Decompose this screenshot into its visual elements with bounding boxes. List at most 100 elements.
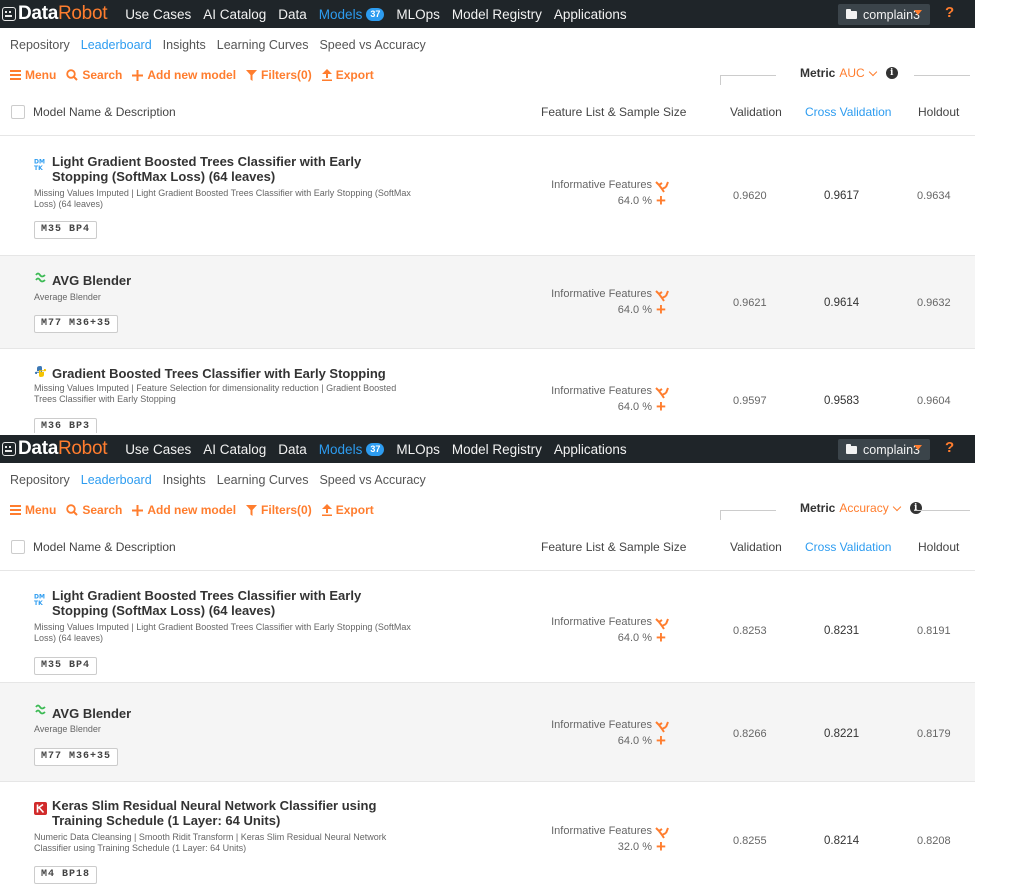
column-feature-list[interactable]: Feature List & Sample Size — [541, 105, 686, 119]
svg-text:TK: TK — [34, 600, 43, 606]
feature-list-name[interactable]: Informative Features — [530, 616, 652, 628]
add-sample-plus-icon[interactable]: + — [656, 629, 666, 646]
add-sample-plus-icon[interactable]: + — [656, 301, 666, 318]
model-title[interactable]: Light Gradient Boosted Trees Classifier … — [52, 154, 412, 184]
menu-button[interactable]: Menu — [10, 503, 56, 517]
metric-selector[interactable]: Metric AUC i — [800, 66, 898, 80]
nav-applications[interactable]: Applications — [554, 7, 627, 22]
tab-leaderboard[interactable]: Leaderboard — [81, 38, 152, 52]
filters-button[interactable]: Filters(0) — [246, 68, 312, 82]
nav-data[interactable]: Data — [278, 7, 307, 22]
info-icon[interactable]: i — [909, 502, 922, 514]
model-title[interactable]: AVG Blender — [52, 706, 412, 721]
blueprint-badge[interactable]: M36 BP3 — [34, 418, 98, 433]
leaderboard-row[interactable]: Gradient Boosted Trees Classifier with E… — [0, 348, 975, 433]
tab-learning-curves[interactable]: Learning Curves — [217, 38, 309, 52]
add-sample-plus-icon[interactable]: + — [656, 732, 666, 749]
blueprint-badge[interactable]: M77 M36+35 — [34, 748, 119, 766]
metric-label: Metric — [800, 501, 836, 515]
add-sample-plus-icon[interactable]: + — [656, 398, 666, 415]
leaderboard-subtabs: Repository Leaderboard Insights Learning… — [0, 463, 975, 497]
validation-score: 0.8253 — [733, 625, 767, 637]
leaderboard-row[interactable]: Keras Slim Residual Neural Network Class… — [0, 781, 975, 891]
blender-icon — [34, 271, 47, 284]
nav-ai-catalog[interactable]: AI Catalog — [203, 7, 266, 22]
feature-list-name[interactable]: Informative Features — [530, 179, 652, 191]
add-new-model-button[interactable]: Add new model — [132, 68, 236, 82]
nav-mlops[interactable]: MLOps — [396, 7, 440, 22]
nav-mlops[interactable]: MLOps — [396, 442, 440, 457]
help-icon[interactable]: ? — [945, 439, 954, 456]
add-sample-plus-icon[interactable]: + — [656, 838, 666, 855]
nav-ai-catalog[interactable]: AI Catalog — [203, 442, 266, 457]
holdout-score: 0.9634 — [917, 190, 951, 202]
metric-selector[interactable]: Metric Accuracy i — [800, 501, 922, 515]
tab-speed-vs-accuracy[interactable]: Speed vs Accuracy — [319, 473, 425, 487]
datarobot-logo[interactable]: Data Robot — [0, 438, 107, 460]
tab-repository[interactable]: Repository — [10, 473, 70, 487]
project-selector[interactable]: complain3 — [838, 4, 930, 25]
nav-model-registry[interactable]: Model Registry — [452, 442, 542, 457]
tab-repository[interactable]: Repository — [10, 38, 70, 52]
metric-value: AUC — [839, 66, 865, 80]
select-all-checkbox[interactable] — [11, 539, 25, 554]
column-cross-validation[interactable]: Cross Validation — [805, 105, 891, 119]
menu-button[interactable]: Menu — [10, 68, 56, 82]
metric-value: Accuracy — [839, 501, 889, 515]
nav-model-registry[interactable]: Model Registry — [452, 7, 542, 22]
tab-leaderboard[interactable]: Leaderboard — [81, 473, 152, 487]
export-button[interactable]: Export — [321, 68, 374, 82]
blueprint-badge[interactable]: M77 M36+35 — [34, 315, 119, 333]
tab-learning-curves[interactable]: Learning Curves — [217, 473, 309, 487]
tab-speed-vs-accuracy[interactable]: Speed vs Accuracy — [319, 38, 425, 52]
column-validation[interactable]: Validation — [730, 105, 782, 119]
blueprint-badge[interactable]: M35 BP4 — [34, 221, 98, 239]
model-title[interactable]: Light Gradient Boosted Trees Classifier … — [52, 588, 412, 618]
validation-score: 0.9621 — [733, 297, 767, 309]
blueprint-badge[interactable]: M35 BP4 — [34, 657, 98, 675]
add-sample-plus-icon[interactable]: + — [656, 192, 666, 209]
feature-list-name[interactable]: Informative Features — [530, 385, 652, 397]
tab-insights[interactable]: Insights — [163, 473, 206, 487]
nav-models[interactable]: Models 37 — [319, 442, 385, 457]
column-model-name[interactable]: Model Name & Description — [33, 105, 176, 119]
nav-models[interactable]: Models 37 — [319, 7, 385, 22]
model-title[interactable]: Gradient Boosted Trees Classifier with E… — [52, 366, 412, 381]
nav-use-cases[interactable]: Use Cases — [125, 7, 191, 22]
nav-data[interactable]: Data — [278, 442, 307, 457]
feature-list-name[interactable]: Informative Features — [530, 288, 652, 300]
logo-text-robot: Robot — [57, 3, 108, 24]
feature-list-name[interactable]: Informative Features — [530, 719, 652, 731]
sample-size: 32.0 % — [617, 841, 652, 853]
leaderboard-row[interactable]: AVG Blender Average Blender M77 M36+35 I… — [0, 682, 975, 781]
search-button[interactable]: Search — [66, 503, 122, 517]
menu-label: Menu — [25, 68, 57, 82]
project-selector[interactable]: complain3 — [838, 439, 930, 460]
nav-applications[interactable]: Applications — [554, 442, 627, 457]
column-holdout[interactable]: Holdout — [918, 105, 959, 119]
leaderboard-row[interactable]: DM TK Light Gradient Boosted Trees Classi… — [0, 135, 975, 255]
select-all-checkbox[interactable] — [11, 104, 25, 119]
nav-models-label: Models — [318, 6, 363, 22]
nav-use-cases[interactable]: Use Cases — [125, 442, 191, 457]
info-icon[interactable]: i — [885, 67, 898, 79]
hamburger-icon — [10, 70, 21, 80]
column-validation[interactable]: Validation — [730, 540, 782, 554]
help-icon[interactable]: ? — [945, 4, 954, 21]
model-title[interactable]: AVG Blender — [52, 273, 412, 288]
column-holdout[interactable]: Holdout — [918, 540, 959, 554]
feature-list-name[interactable]: Informative Features — [530, 825, 652, 837]
leaderboard-row[interactable]: DM TK Light Gradient Boosted Trees Classi… — [0, 570, 975, 682]
datarobot-logo[interactable]: Data Robot — [0, 3, 107, 25]
tab-insights[interactable]: Insights — [163, 38, 206, 52]
model-title[interactable]: Keras Slim Residual Neural Network Class… — [52, 798, 412, 828]
filters-button[interactable]: Filters(0) — [246, 503, 312, 517]
column-feature-list[interactable]: Feature List & Sample Size — [541, 540, 686, 554]
blueprint-badge[interactable]: M4 BP18 — [34, 866, 98, 884]
add-new-model-button[interactable]: Add new model — [132, 503, 236, 517]
search-button[interactable]: Search — [66, 68, 122, 82]
column-model-name[interactable]: Model Name & Description — [33, 540, 176, 554]
column-cross-validation[interactable]: Cross Validation — [805, 540, 891, 554]
leaderboard-row[interactable]: AVG Blender Average Blender M77 M36+35 I… — [0, 255, 975, 348]
export-button[interactable]: Export — [321, 503, 374, 517]
